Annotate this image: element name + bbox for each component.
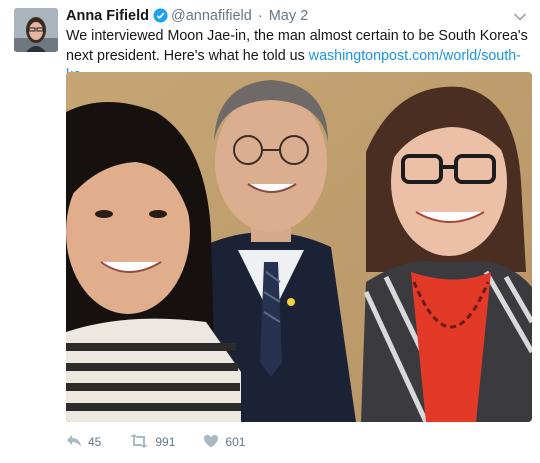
author-handle[interactable]: @annafifield [171, 8, 252, 24]
like-count: 601 [225, 435, 246, 449]
heart-icon [203, 434, 225, 451]
author-name[interactable]: Anna Fifield [66, 8, 149, 24]
chevron-down-icon[interactable] [513, 9, 527, 21]
reply-button[interactable]: 45 [66, 434, 101, 451]
tweet-actions: 45 991 601 [66, 432, 273, 452]
tweet-card[interactable]: Anna Fifield @annafifield · May 2 We inte… [0, 0, 540, 463]
tweet-photo[interactable] [66, 72, 532, 422]
reply-icon [66, 434, 88, 451]
retweet-button[interactable]: 991 [129, 433, 176, 451]
separator-dot: · [257, 8, 263, 24]
reply-count: 45 [88, 435, 102, 449]
like-button[interactable]: 601 [203, 434, 245, 451]
avatar[interactable] [14, 8, 58, 52]
verified-badge-icon [153, 8, 168, 28]
tweet-header: Anna Fifield @annafifield · May 2 [66, 7, 510, 28]
retweet-count: 991 [155, 435, 176, 449]
retweet-icon [129, 433, 155, 451]
tweet-timestamp[interactable]: May 2 [269, 8, 309, 24]
